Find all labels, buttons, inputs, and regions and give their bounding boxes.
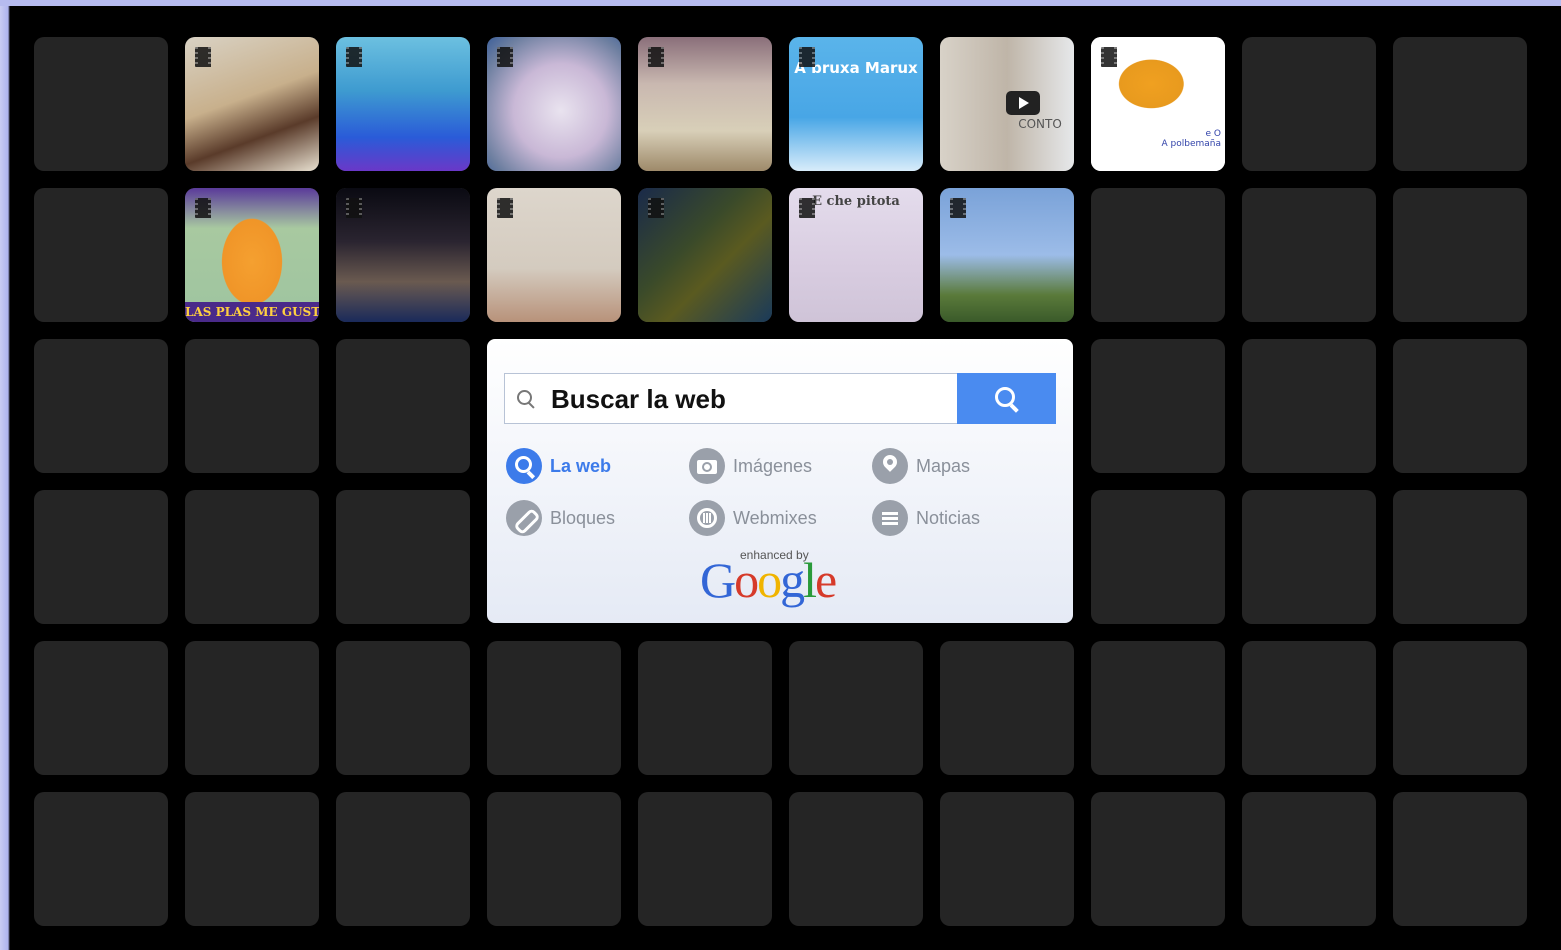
empty-tile[interactable] <box>1242 792 1376 926</box>
thumbnail-orange-bear[interactable]: LAS PLAS ME GUSTA C <box>185 188 319 322</box>
empty-tile[interactable] <box>336 792 470 926</box>
thumbnail-che-pitota[interactable]: E che pitota <box>789 188 923 322</box>
empty-tile[interactable] <box>1242 339 1376 473</box>
empty-tile[interactable] <box>34 641 168 775</box>
thumbnail-castle-map[interactable] <box>487 37 621 171</box>
thumbnail-bruxa-marux[interactable]: A bruxa Marux <box>789 37 923 171</box>
film-icon <box>648 47 664 67</box>
empty-tile[interactable] <box>1393 641 1527 775</box>
empty-tile[interactable] <box>1393 37 1527 171</box>
empty-tile[interactable] <box>1242 37 1376 171</box>
search-box <box>504 373 958 425</box>
search-button[interactable] <box>957 373 1056 424</box>
play-icon[interactable] <box>1006 91 1040 115</box>
search-input[interactable] <box>549 374 953 425</box>
news-icon <box>872 500 908 536</box>
empty-tile[interactable] <box>1393 188 1527 322</box>
search-option-blocks[interactable]: Bloques <box>506 500 615 536</box>
empty-tile[interactable] <box>1242 641 1376 775</box>
camera-icon <box>689 448 725 484</box>
thumbnail-pirate-cartoon[interactable] <box>185 37 319 171</box>
film-icon <box>195 198 211 218</box>
film-icon <box>346 47 362 67</box>
empty-tile[interactable] <box>1091 188 1225 322</box>
option-label: Noticias <box>916 507 981 528</box>
search-option-maps[interactable]: Mapas <box>872 448 970 484</box>
empty-tile[interactable] <box>185 339 319 473</box>
empty-tile[interactable] <box>336 339 470 473</box>
film-icon <box>799 198 815 218</box>
film-icon <box>1101 47 1117 67</box>
empty-tile[interactable] <box>1242 188 1376 322</box>
option-label: Imágenes <box>733 455 813 476</box>
empty-tile[interactable] <box>789 641 923 775</box>
empty-tile[interactable] <box>638 792 772 926</box>
film-icon <box>799 47 815 67</box>
empty-tile[interactable] <box>185 641 319 775</box>
search-option-web[interactable]: La web <box>506 448 611 484</box>
search-option-webmixes[interactable]: Webmixes <box>689 500 817 536</box>
empty-tile[interactable] <box>487 792 621 926</box>
option-label: Webmixes <box>733 507 817 528</box>
empty-tile[interactable] <box>34 37 168 171</box>
option-label: La web <box>550 455 612 476</box>
empty-tile[interactable] <box>1091 641 1225 775</box>
thumbnail-underwater-scene[interactable] <box>336 37 470 171</box>
google-logo: enhanced by Google <box>700 544 870 608</box>
empty-tile[interactable] <box>34 339 168 473</box>
thumbnail-window-girl[interactable] <box>638 37 772 171</box>
empty-tile[interactable] <box>1091 339 1225 473</box>
empty-tile[interactable] <box>940 792 1074 926</box>
thumbnail-caption: CONTO <box>1018 117 1062 131</box>
map-pin-icon <box>872 448 908 484</box>
thumbnail-paper-display[interactable] <box>487 188 621 322</box>
thumbnail-caption: LAS PLAS ME GUSTA C <box>185 302 319 322</box>
option-label: Bloques <box>550 507 616 528</box>
thumbnail-concert[interactable] <box>336 188 470 322</box>
empty-tile[interactable] <box>185 490 319 624</box>
empty-tile[interactable] <box>34 188 168 322</box>
search-widget: La web Imágenes Mapas Bloques Webmixes N… <box>487 339 1073 623</box>
film-icon <box>648 198 664 218</box>
option-label: Mapas <box>916 455 971 476</box>
tile-board: A bruxa Marux CONTO e O A polbemaña LAS … <box>10 6 1561 950</box>
empty-tile[interactable] <box>789 792 923 926</box>
film-icon <box>497 47 513 67</box>
empty-tile[interactable] <box>34 490 168 624</box>
empty-tile[interactable] <box>940 641 1074 775</box>
search-icon <box>995 387 1015 407</box>
empty-tile[interactable] <box>1393 490 1527 624</box>
empty-tile[interactable] <box>1091 490 1225 624</box>
empty-tile[interactable] <box>1242 490 1376 624</box>
empty-tile[interactable] <box>336 641 470 775</box>
empty-tile[interactable] <box>1091 792 1225 926</box>
empty-tile[interactable] <box>638 641 772 775</box>
search-icon <box>517 390 532 405</box>
empty-tile[interactable] <box>1393 339 1527 473</box>
thumbnail-text-slide[interactable] <box>638 188 772 322</box>
thumbnail-dog-jumping[interactable] <box>940 188 1074 322</box>
thumbnail-polbemana[interactable]: e O A polbemaña <box>1091 37 1225 171</box>
search-option-images[interactable]: Imágenes <box>689 448 812 484</box>
film-icon <box>195 47 211 67</box>
empty-tile[interactable] <box>336 490 470 624</box>
empty-tile[interactable] <box>185 792 319 926</box>
thumbnail-conto-video[interactable]: CONTO <box>940 37 1074 171</box>
empty-tile[interactable] <box>487 641 621 775</box>
google-wordmark: Google <box>700 552 837 608</box>
film-icon <box>346 198 362 218</box>
search-icon <box>506 448 542 484</box>
empty-tile[interactable] <box>1393 792 1527 926</box>
webmix-icon <box>689 500 725 536</box>
thumbnail-caption: e O A polbemaña <box>1161 129 1222 149</box>
link-icon <box>506 500 542 536</box>
search-option-news[interactable]: Noticias <box>872 500 980 536</box>
film-icon <box>950 198 966 218</box>
empty-tile[interactable] <box>34 792 168 926</box>
film-icon <box>497 198 513 218</box>
